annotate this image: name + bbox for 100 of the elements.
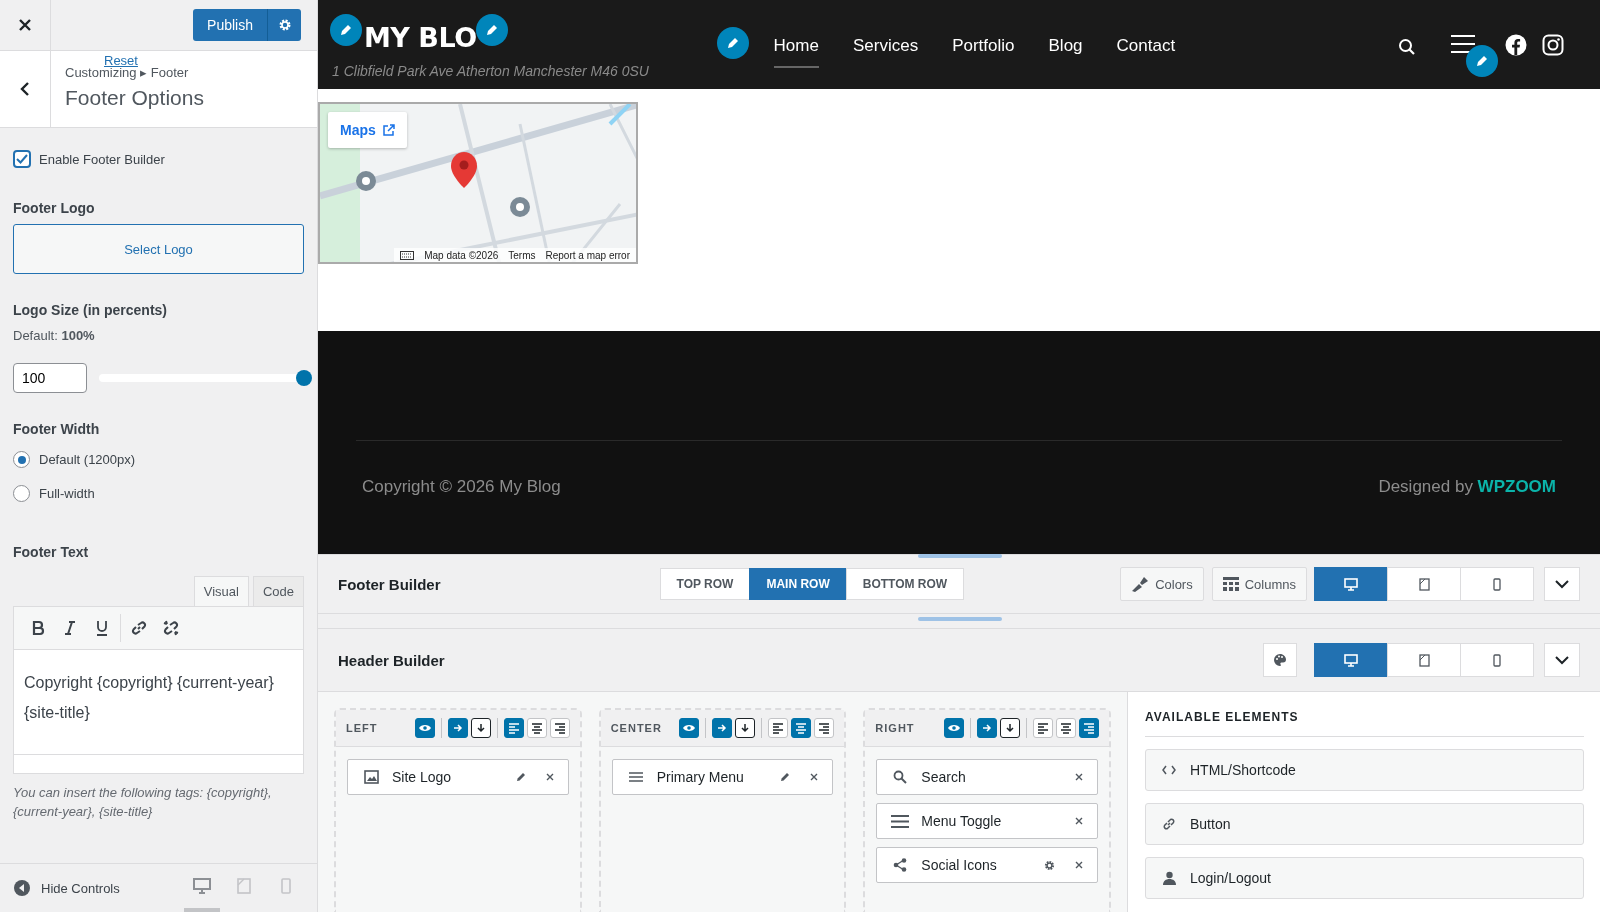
desktop-view-button[interactable]: [1314, 567, 1388, 601]
phone-icon: [1493, 653, 1501, 667]
instagram-icon[interactable]: [1542, 34, 1564, 56]
eye-icon: [683, 724, 696, 732]
map-attribution[interactable]: Terms: [508, 249, 536, 261]
copyright-text: Copyright © 2026 My Blog: [362, 477, 561, 497]
number-input[interactable]: 100: [13, 363, 87, 393]
element-label: Login/Logout: [1190, 870, 1271, 886]
align-right-button[interactable]: [814, 718, 835, 738]
column-label: RIGHT: [875, 722, 915, 734]
align-right-button[interactable]: [1079, 718, 1099, 738]
publish-button[interactable]: Publish: [193, 9, 267, 41]
nav-link[interactable]: Contact: [1116, 31, 1176, 68]
row-direction-button[interactable]: [447, 718, 468, 738]
menu-icon[interactable]: [1451, 34, 1475, 54]
available-element[interactable]: HTML/Shortcode: [1145, 749, 1584, 791]
close-icon[interactable]: [1075, 861, 1083, 869]
edit-pencil-icon[interactable]: [476, 14, 508, 46]
tablet-icon: [1418, 653, 1430, 667]
align-center-button[interactable]: [791, 718, 812, 738]
row-tab[interactable]: TOP ROW: [659, 568, 751, 600]
visibility-toggle[interactable]: [679, 718, 700, 738]
close-icon[interactable]: [810, 773, 819, 781]
close-icon[interactable]: [545, 773, 554, 781]
desktop-view-button[interactable]: [1314, 643, 1388, 677]
mobile-view-button[interactable]: [1460, 643, 1534, 677]
colors-button[interactable]: Colors: [1120, 567, 1204, 601]
collapse-icon: [13, 879, 31, 897]
radio-button[interactable]: [13, 451, 30, 468]
edit-pencil-icon[interactable]: [330, 14, 362, 46]
align-center-button[interactable]: [1056, 718, 1076, 738]
reset-link[interactable]: Reset: [104, 54, 138, 67]
builder-element[interactable]: Primary Menu: [611, 759, 834, 795]
row-tab[interactable]: BOTTOM ROW: [845, 568, 965, 600]
visibility-toggle[interactable]: [944, 718, 964, 738]
builder-element[interactable]: Site Logo: [347, 759, 569, 795]
builder-element[interactable]: Social Icons: [876, 847, 1098, 883]
edit-pencil-icon[interactable]: [1466, 45, 1498, 77]
map-attribution[interactable]: Report a map error: [545, 249, 630, 261]
field-label: Footer Text: [13, 544, 90, 560]
nav-link[interactable]: Services: [852, 31, 919, 68]
align-icon: [553, 722, 566, 734]
align-icon: [818, 722, 831, 734]
edit-pencil-icon[interactable]: [717, 27, 749, 59]
collapse-button[interactable]: [1544, 643, 1580, 677]
align-left-button[interactable]: [768, 718, 789, 738]
builder-element[interactable]: Search: [876, 759, 1098, 795]
columns-button[interactable]: Columns: [1211, 567, 1307, 601]
nav-link[interactable]: Portfolio: [952, 31, 1015, 68]
keyboard-icon[interactable]: [400, 250, 415, 260]
edit-pencil-icon[interactable]: [780, 772, 791, 782]
column-direction-button[interactable]: [1000, 718, 1020, 738]
row-direction-button[interactable]: [712, 718, 733, 738]
visibility-toggle[interactable]: [414, 718, 435, 738]
hide-controls-button[interactable]: Hide Controls: [13, 879, 120, 897]
tablet-view-button[interactable]: [1387, 567, 1461, 601]
tablet-view-button[interactable]: [1387, 643, 1461, 677]
underline-icon: [95, 620, 109, 636]
palette-button[interactable]: [1263, 643, 1297, 677]
default-note: Default: 100%: [13, 328, 96, 343]
nav-link[interactable]: Home: [773, 31, 819, 68]
edit-pencil-icon[interactable]: [515, 772, 526, 782]
available-element[interactable]: Button: [1145, 803, 1584, 845]
settings-button[interactable]: [267, 9, 301, 41]
facebook-icon[interactable]: [1505, 34, 1527, 56]
close-icon[interactable]: [1075, 817, 1083, 825]
column-direction-button[interactable]: [470, 718, 491, 738]
field-label: Footer Width: [13, 421, 101, 437]
element-label: Social Icons: [921, 857, 997, 873]
align-center-button[interactable]: [526, 718, 547, 738]
maps-link[interactable]: Maps: [328, 112, 407, 148]
site-logo[interactable]: MY BLO: [364, 22, 477, 53]
builder-element[interactable]: Menu Toggle: [876, 803, 1098, 839]
align-icon: [530, 722, 543, 734]
checkbox[interactable]: [13, 150, 31, 168]
editor-tab[interactable]: Code: [252, 576, 304, 606]
nav-link[interactable]: Blog: [1048, 31, 1083, 68]
collapse-button[interactable]: [1544, 567, 1580, 601]
radio-button[interactable]: [13, 485, 30, 502]
available-element[interactable]: Login/Logout: [1145, 857, 1584, 899]
credit-link[interactable]: WPZOOM: [1477, 477, 1556, 496]
settings-icon[interactable]: [1044, 859, 1055, 871]
slider-thumb[interactable]: [296, 370, 312, 386]
column-direction-button[interactable]: [735, 718, 756, 738]
arrow-down-icon: [474, 722, 487, 734]
row-tab[interactable]: MAIN ROW: [749, 568, 847, 600]
chevron-down-icon: [1555, 579, 1569, 589]
editor-tab[interactable]: Visual: [193, 576, 249, 606]
element-label: Menu Toggle: [921, 813, 1002, 829]
close-icon[interactable]: [1075, 773, 1083, 781]
column-label: CENTER: [610, 722, 662, 734]
align-icon: [1083, 722, 1095, 734]
search-icon[interactable]: [1398, 38, 1416, 56]
align-left-button[interactable]: [503, 718, 524, 738]
mobile-view-button[interactable]: [1460, 567, 1534, 601]
align-right-button[interactable]: [549, 718, 570, 738]
panel-title: Footer Builder: [338, 575, 441, 593]
align-left-button[interactable]: [1033, 718, 1053, 738]
row-direction-button[interactable]: [977, 718, 997, 738]
select-logo-button[interactable]: Select Logo: [13, 224, 304, 274]
